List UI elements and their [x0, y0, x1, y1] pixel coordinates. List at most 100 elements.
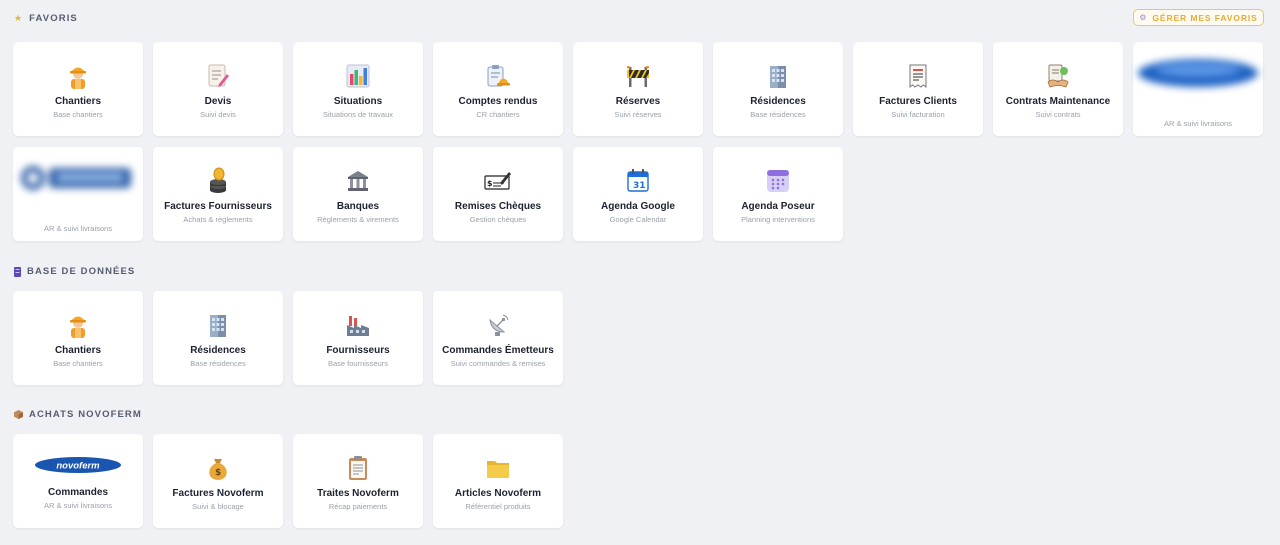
database-card-fournisseurs[interactable]: Fournisseurs Base fournisseurs [293, 291, 423, 385]
construction-barrier-icon [625, 61, 651, 91]
construction-worker-icon [65, 61, 91, 91]
favorite-card-devis[interactable]: Devis Suivi devis [153, 42, 283, 136]
cheque-icon: $ [484, 166, 512, 196]
novoferm-card-commandes[interactable]: novoferm Commandes AR & suivi livraisons [13, 434, 143, 528]
calendar-icon: 31 [625, 166, 651, 196]
novoferm-logo-text: novoferm [56, 461, 100, 472]
favorite-card-contrats-maintenance[interactable]: Contrats Maintenance Suivi contrats [993, 42, 1123, 136]
section-header-novoferm: ACHATS NOVOFERM [14, 409, 142, 420]
section-title: FAVORIS [29, 13, 78, 24]
card-subtitle: AR & suivi livraisons [1164, 119, 1232, 128]
database-card-chantiers[interactable]: Chantiers Base chantiers [13, 291, 143, 385]
card-title: Factures Fournisseurs [164, 201, 272, 212]
construction-worker-icon [65, 310, 91, 340]
favorite-card-factures-fournisseurs[interactable]: Factures Fournisseurs Achats & règlement… [153, 147, 283, 241]
novoferm-grid: novoferm Commandes AR & suivi livraisons… [13, 434, 1263, 528]
blurred-supplier-logo [13, 147, 143, 209]
blurred-supplier-logo [1133, 42, 1263, 104]
favorite-card-banques[interactable]: Banques Règlements & virements [293, 147, 423, 241]
handshake-contract-icon [1045, 61, 1071, 91]
satellite-antenna-icon [485, 310, 511, 340]
card-title: Commandes [47, 487, 108, 498]
card-title: Chantiers [54, 96, 102, 107]
manage-favorites-button[interactable]: ⚙ GÉRER MES FAVORIS [1133, 9, 1264, 26]
favorite-card-supplier-a[interactable]: AR & suivi livraisons [1133, 42, 1263, 136]
star-icon: ★ [14, 13, 24, 23]
favorites-grid: Chantiers Base chantiers Devis Suivi dev… [13, 42, 1263, 241]
svg-text:31: 31 [633, 181, 646, 191]
card-subtitle: Suivi devis [200, 110, 236, 119]
database-card-residences[interactable]: Résidences Base résidences [153, 291, 283, 385]
database-grid: Chantiers Base chantiers Résidences Base… [13, 291, 1263, 385]
novoferm-card-traites[interactable]: Traites Novoferm Récap paiements [293, 434, 423, 528]
card-subtitle: Base chantiers [53, 359, 103, 368]
section-title: ACHATS NOVOFERM [29, 409, 142, 420]
card-subtitle: Google Calendar [609, 215, 667, 224]
card-subtitle: AR & suivi livraisons [44, 224, 112, 233]
card-title: Comptes rendus [458, 96, 538, 107]
coin-stack-icon [205, 166, 231, 196]
card-title: Commandes Émetteurs [442, 345, 554, 356]
favorite-card-chantiers[interactable]: Chantiers Base chantiers [13, 42, 143, 136]
card-subtitle: Suivi réserves [614, 110, 662, 119]
card-title: Situations [333, 96, 383, 107]
card-title: Agenda Poseur [741, 201, 815, 212]
card-subtitle: Base fournisseurs [327, 359, 389, 368]
database-card-commandes-emetteurs[interactable]: Commandes Émetteurs Suivi commandes & re… [433, 291, 563, 385]
card-subtitle: Base résidences [190, 359, 246, 368]
card-subtitle: Base chantiers [53, 110, 103, 119]
svg-text:$: $ [215, 468, 221, 478]
card-title: Devis [204, 96, 232, 107]
card-subtitle: Situations de travaux [322, 110, 394, 119]
card-title: Banques [336, 201, 380, 212]
card-subtitle: Planning interventions [741, 215, 815, 224]
bank-icon [345, 166, 371, 196]
section-header-database: BASE DE DONNÉES [14, 266, 135, 277]
favorite-card-agenda-google[interactable]: 31 Agenda Google Google Calendar [573, 147, 703, 241]
favorite-card-reserves[interactable]: Réserves Suivi réserves [573, 42, 703, 136]
card-subtitle: Récap paiements [328, 502, 388, 511]
card-title: Remises Chèques [454, 201, 542, 212]
office-building-icon [205, 310, 231, 340]
memo-icon [205, 61, 231, 91]
section-title: BASE DE DONNÉES [27, 266, 136, 277]
card-subtitle: AR & suivi livraisons [44, 501, 112, 510]
card-title: Traites Novoferm [317, 488, 399, 499]
card-title: Résidences [750, 96, 806, 107]
card-title: Fournisseurs [326, 345, 390, 356]
card-subtitle: Suivi commandes & remises [450, 359, 546, 368]
novoferm-card-factures[interactable]: $ Factures Novoferm Suivi & blocage [153, 434, 283, 528]
favorite-card-residences[interactable]: Résidences Base résidences [713, 42, 843, 136]
package-icon [14, 410, 23, 419]
card-title: Contrats Maintenance [1005, 96, 1111, 107]
favorite-card-agenda-poseur[interactable]: Agenda Poseur Planning interventions [713, 147, 843, 241]
planning-calendar-icon [765, 166, 791, 196]
card-subtitle: Règlements & virements [317, 215, 399, 224]
favorite-card-comptes-rendus[interactable]: Comptes rendus CR chantiers [433, 42, 563, 136]
clipboard-hardhat-icon [485, 61, 511, 91]
card-subtitle: CR chantiers [476, 110, 520, 119]
manage-favorites-label: GÉRER MES FAVORIS [1152, 12, 1258, 23]
card-subtitle: Base résidences [750, 110, 806, 119]
receipt-icon [905, 61, 931, 91]
card-subtitle: Achats & règlements [183, 215, 253, 224]
card-subtitle: Suivi contrats [1035, 110, 1081, 119]
card-title: Agenda Google [601, 201, 675, 212]
card-title: Factures Clients [879, 96, 957, 107]
folder-icon [485, 453, 511, 483]
money-bag-icon: $ [205, 453, 231, 483]
favorite-card-situations[interactable]: Situations Situations de travaux [293, 42, 423, 136]
factory-icon [345, 310, 371, 340]
favorite-card-supplier-b[interactable]: AR & suivi livraisons [13, 147, 143, 241]
card-subtitle: Gestion chèques [469, 215, 527, 224]
favorite-card-remises-cheques[interactable]: $ Remises Chèques Gestion chèques [433, 147, 563, 241]
card-subtitle: Référentiel produits [465, 502, 531, 511]
section-header-favoris: ★ FAVORIS [14, 13, 78, 24]
card-title: Réserves [615, 96, 661, 107]
novoferm-logo: novoferm [34, 456, 122, 474]
database-icon [14, 266, 21, 277]
bar-chart-icon [345, 61, 371, 91]
card-title: Factures Novoferm [172, 488, 264, 499]
novoferm-card-articles[interactable]: Articles Novoferm Référentiel produits [433, 434, 563, 528]
favorite-card-factures-clients[interactable]: Factures Clients Suivi facturation [853, 42, 983, 136]
